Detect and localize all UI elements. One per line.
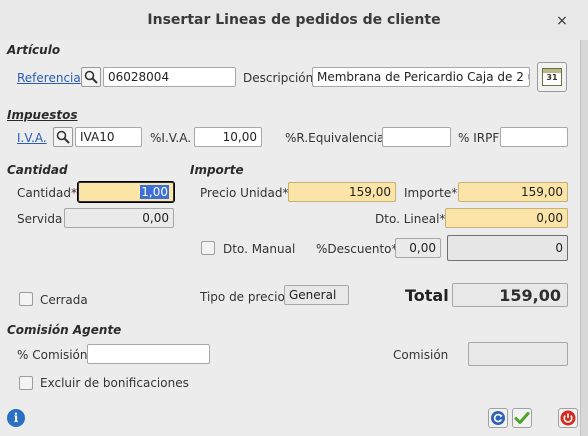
cerrada-checkbox[interactable] <box>19 292 33 306</box>
referencia-input[interactable]: 06028004 <box>103 67 236 87</box>
info-icon[interactable]: i <box>7 409 25 427</box>
tipo-precio-field[interactable]: General <box>284 285 349 305</box>
req-input[interactable] <box>382 127 451 147</box>
pct-comision-label: % Comisión <box>17 348 88 362</box>
cerrada-label: Cerrada <box>40 293 88 307</box>
pct-iva-label: %I.V.A. <box>150 131 192 145</box>
dto-lineal-label: Dto. Lineal* <box>375 212 446 226</box>
excluir-label: Excluir de bonificaciones <box>40 376 189 390</box>
pct-iva-input[interactable]: 10,00 <box>194 127 262 147</box>
section-articulo: Artículo <box>7 43 61 57</box>
referencia-link[interactable]: Referencia <box>17 71 81 85</box>
checkmark-icon <box>514 412 530 424</box>
cantidad-input[interactable]: 1,00 <box>77 181 175 203</box>
section-impuestos: Impuestos <box>7 108 78 122</box>
window-edge <box>580 40 588 436</box>
window-title: Insertar Lineas de pedidos de cliente <box>147 12 441 28</box>
calendar-icon: 31 <box>542 68 562 86</box>
precio-input[interactable]: 159,00 <box>288 182 396 202</box>
section-importe: Importe <box>190 163 244 177</box>
section-cantidad: Cantidad <box>7 163 68 177</box>
calendar-button[interactable]: 31 <box>537 62 567 92</box>
accept-button[interactable] <box>512 408 532 428</box>
req-label: %R.Equivalencia <box>285 131 385 145</box>
importe-input[interactable]: 159,00 <box>458 182 568 202</box>
dto-manual-label: Dto. Manual <box>223 242 296 256</box>
search-icon <box>56 130 70 144</box>
iva-link[interactable]: I.V.A. <box>17 131 47 145</box>
pct-comision-input[interactable] <box>87 344 210 364</box>
search-referencia-button[interactable] <box>81 67 101 87</box>
irpf-input[interactable] <box>500 127 568 147</box>
precio-label: Precio Unidad* <box>200 186 289 200</box>
total-value: 159,00 <box>452 283 568 307</box>
servida-label: Servida <box>17 212 63 226</box>
cantidad-label: Cantidad* <box>17 186 77 200</box>
search-iva-button[interactable] <box>53 127 73 147</box>
refresh-button[interactable] <box>488 408 508 428</box>
close-button[interactable]: × <box>552 11 572 31</box>
dto-manual-checkbox[interactable] <box>201 241 215 255</box>
descuento-label: %Descuento* <box>316 242 398 256</box>
comision-field <box>468 342 568 366</box>
calendar-day-text: 31 <box>546 73 558 82</box>
refresh-icon <box>491 411 505 425</box>
excluir-checkbox[interactable] <box>19 376 33 390</box>
irpf-label: % IRPF <box>458 131 500 145</box>
dto-lineal-input[interactable]: 0,00 <box>445 208 568 228</box>
cantidad-value: 1,00 <box>140 185 169 199</box>
comision-label: Comisión <box>393 348 449 362</box>
search-icon <box>84 70 98 84</box>
descripcion-input[interactable]: Membrana de Pericardio Caja de 2 ud <box>312 67 530 87</box>
iva-input[interactable]: IVA10 <box>75 127 142 147</box>
section-comision: Comisión Agente <box>7 323 122 337</box>
total-label: Total <box>405 286 449 305</box>
cancel-button[interactable] <box>558 408 578 428</box>
descripcion-label: Descripción <box>243 71 314 85</box>
descuento-input[interactable]: 0,00 <box>395 238 441 258</box>
tipo-precio-label: Tipo de precio <box>200 290 285 304</box>
descuento-total-field: 0 <box>447 235 568 261</box>
importe-label: Importe* <box>404 186 458 200</box>
power-icon <box>560 410 576 426</box>
servida-input[interactable]: 0,00 <box>64 208 174 228</box>
